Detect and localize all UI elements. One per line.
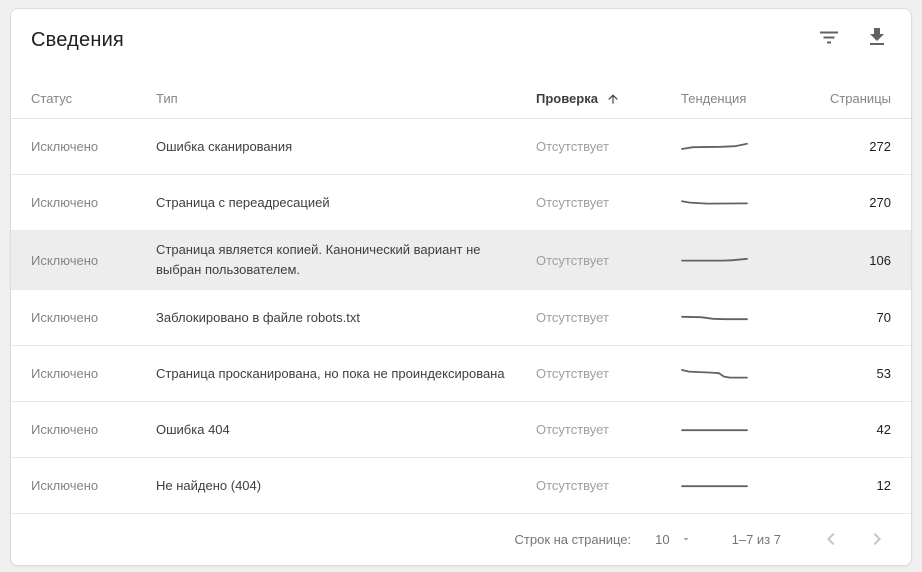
table-row[interactable]: Исключено Не найдено (404) Отсутствует 1… (11, 458, 911, 514)
column-header-pages[interactable]: Страницы (801, 91, 891, 106)
row-validation: Отсутствует (536, 139, 609, 154)
row-pages-count: 42 (876, 422, 891, 437)
row-status: Исключено (31, 139, 99, 154)
download-button[interactable] (865, 25, 889, 49)
row-type: Не найдено (404) (156, 477, 262, 493)
row-validation: Отсутствует (536, 195, 609, 210)
row-type: Страница является копией. Канонический в… (156, 242, 481, 277)
row-type: Заблокировано в файле robots.txt (156, 309, 360, 325)
trend-sparkline (681, 367, 801, 381)
trend-sparkline (681, 253, 801, 267)
next-page-button[interactable] (865, 527, 889, 551)
row-type: Страница с переадресацией (156, 194, 330, 210)
row-status: Исключено (31, 422, 99, 437)
trend-sparkline (681, 423, 801, 437)
rows-per-page-label: Строк на странице: (514, 531, 632, 547)
row-validation: Отсутствует (536, 310, 609, 325)
rows-per-page-select[interactable]: 10 (655, 532, 691, 547)
row-status: Исключено (31, 252, 99, 268)
row-pages-count: 272 (869, 139, 891, 154)
table-row[interactable]: Исключено Страница просканирована, но по… (11, 346, 911, 402)
row-type: Страница просканирована, но пока не прои… (156, 365, 505, 381)
row-validation: Отсутствует (536, 422, 609, 437)
table-row[interactable]: Исключено Страница является копией. Кано… (11, 231, 911, 290)
sort-ascending-icon (606, 92, 620, 106)
trend-sparkline (681, 196, 801, 210)
details-card: Сведения Статус Тип Проверка Тенденция С… (10, 8, 912, 566)
row-validation: Отсутствует (536, 252, 609, 268)
filter-button[interactable] (817, 25, 841, 49)
table-header-row: Статус Тип Проверка Тенденция Страницы (11, 79, 911, 119)
row-validation: Отсутствует (536, 478, 609, 493)
chevron-left-icon (819, 527, 843, 551)
table-row[interactable]: Исключено Страница с переадресацией Отсу… (11, 175, 911, 231)
chevron-right-icon (865, 527, 889, 551)
row-pages-count: 270 (869, 195, 891, 210)
row-pages-count: 70 (876, 310, 891, 325)
row-type: Ошибка 404 (156, 421, 230, 437)
column-header-trend: Тенденция (681, 91, 747, 106)
dropdown-caret-icon (680, 533, 692, 545)
column-header-type[interactable]: Тип (156, 91, 536, 106)
download-icon (865, 25, 889, 49)
pagination-range: 1–7 из 7 (731, 531, 781, 547)
row-status: Исключено (31, 366, 99, 381)
column-header-status[interactable]: Статус (31, 91, 156, 106)
page-title: Сведения (31, 29, 124, 51)
trend-sparkline (681, 479, 801, 493)
card-header: Сведения (11, 9, 911, 79)
row-pages-count: 53 (876, 366, 891, 381)
row-type: Ошибка сканирования (156, 138, 293, 154)
table-row[interactable]: Исключено Заблокировано в файле robots.t… (11, 290, 911, 346)
rows-per-page-value: 10 (655, 531, 670, 547)
row-status: Исключено (31, 310, 99, 325)
row-status: Исключено (31, 195, 99, 210)
filter-list-icon (817, 25, 841, 49)
pagination-bar: Строк на странице: 10 1–7 из 7 (11, 514, 911, 564)
header-actions (817, 25, 889, 49)
previous-page-button[interactable] (819, 527, 843, 551)
column-header-validation[interactable]: Проверка (536, 91, 681, 106)
row-status: Исключено (31, 478, 99, 493)
row-pages-count: 12 (876, 478, 891, 493)
row-pages-count: 106 (869, 252, 891, 268)
column-header-validation-label: Проверка (536, 91, 598, 106)
trend-sparkline (681, 311, 801, 325)
row-validation: Отсутствует (536, 366, 609, 381)
table-row[interactable]: Исключено Ошибка сканирования Отсутствуе… (11, 119, 911, 175)
trend-sparkline (681, 140, 801, 154)
table-body: Исключено Ошибка сканирования Отсутствуе… (11, 119, 911, 514)
table-row[interactable]: Исключено Ошибка 404 Отсутствует 42 (11, 402, 911, 458)
